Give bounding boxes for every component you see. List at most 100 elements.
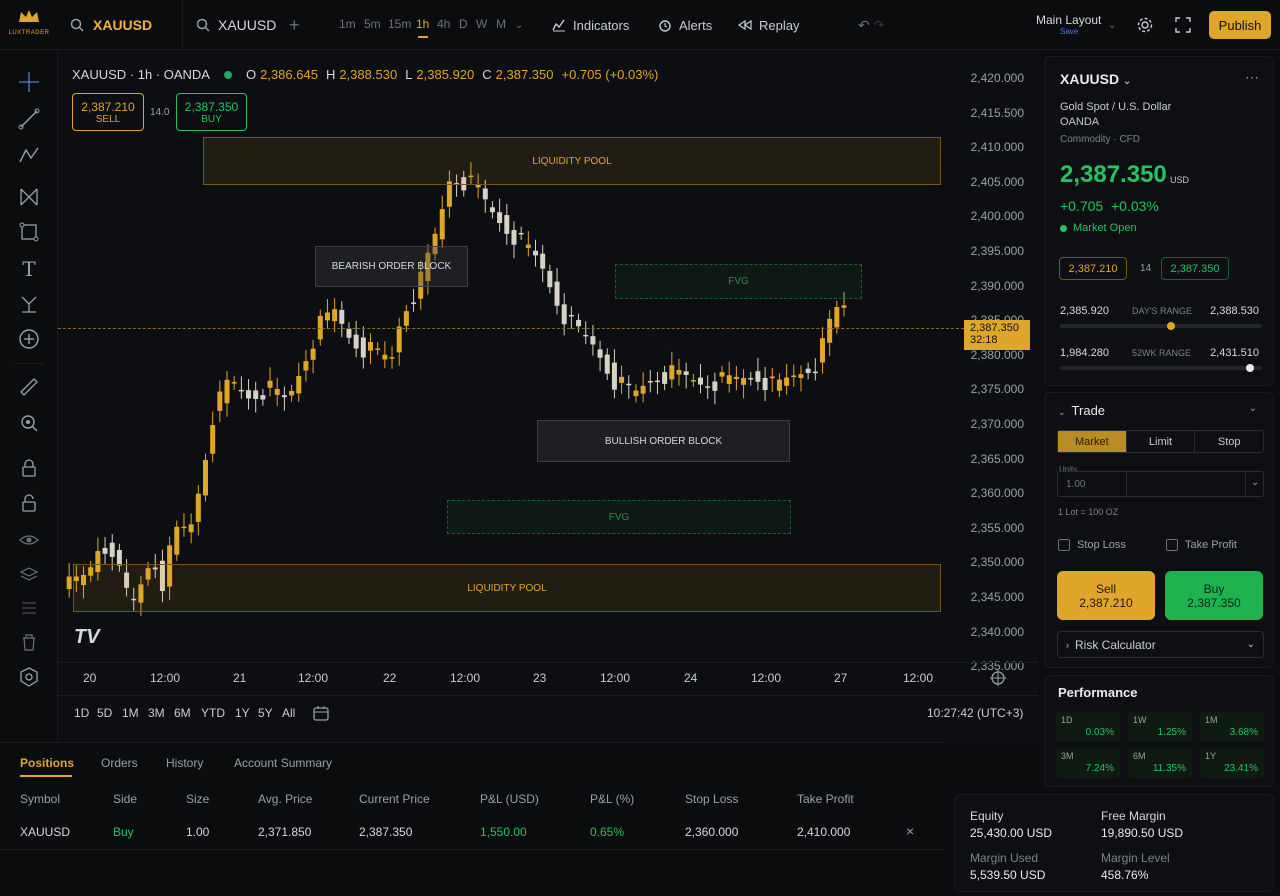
card-sell-price-button[interactable]: 2,387.210 xyxy=(1059,257,1127,280)
indicators-button[interactable]: Indicators xyxy=(551,0,629,50)
close-position-icon[interactable]: × xyxy=(906,823,914,839)
sell-button[interactable]: Sell 2,387.210 xyxy=(1057,571,1155,620)
chart-clock: 10:27:42 (UTC+3) xyxy=(927,706,1024,720)
liquidity-pool-bottom[interactable]: LIQUIDITY POOL xyxy=(73,564,941,612)
bullish-order-block[interactable]: BULLISH ORDER BLOCK xyxy=(537,420,790,462)
lot-info: 1 Lot = 100 OZ xyxy=(1058,507,1119,517)
active-timeframe-underline xyxy=(418,36,428,38)
performance-item: 6M 11.35% xyxy=(1128,748,1192,778)
positions-row-divider xyxy=(0,849,944,850)
calendar-button[interactable] xyxy=(312,704,330,727)
tab-market[interactable]: Market xyxy=(1058,431,1126,452)
tab-orders[interactable]: Orders xyxy=(101,756,138,770)
chevron-down-icon[interactable]: ⌄ xyxy=(515,0,523,50)
zoom-in-icon[interactable] xyxy=(17,327,41,351)
position-row[interactable]: XAUUSD Buy 1.00 2,371.850 2,387.350 1,550.00 0… xyxy=(0,813,944,847)
stop-loss-checkbox[interactable] xyxy=(1058,539,1070,551)
layers-icon[interactable] xyxy=(17,562,41,586)
range-button-1d[interactable]: 1D xyxy=(74,706,89,720)
range-button-ytd[interactable]: YTD xyxy=(201,706,225,720)
quick-sell-button[interactable]: 2,387.210 SELL xyxy=(72,93,144,131)
timeframe-D[interactable]: D xyxy=(459,17,468,31)
add-symbol-button[interactable]: + xyxy=(289,0,300,50)
collapse-chevron-icon[interactable]: ⌄ xyxy=(1249,403,1257,414)
candle-body xyxy=(267,380,273,388)
take-profit-toggle[interactable]: Take Profit xyxy=(1166,539,1237,551)
symbol-info-title[interactable]: XAUUSD ⌄ xyxy=(1060,71,1131,87)
range-button-5d[interactable]: 5D xyxy=(97,706,112,720)
trade-header[interactable]: ⌄ Trade xyxy=(1058,403,1105,418)
settings-button[interactable] xyxy=(1136,0,1154,50)
tab-stop[interactable]: Stop xyxy=(1194,431,1263,452)
position-cell: 2,371.850 xyxy=(258,825,312,839)
units-input[interactable]: 1.00 ⌄ xyxy=(1057,471,1264,497)
quick-buy-label: BUY xyxy=(201,113,222,125)
trend-line-icon[interactable] xyxy=(17,107,41,131)
stop-loss-toggle[interactable]: Stop Loss xyxy=(1058,539,1126,551)
quick-buy-button[interactable]: 2,387.350 BUY xyxy=(176,93,247,131)
legend-title: XAUUSD · 1h · OANDA xyxy=(72,67,210,82)
auto-scale-button[interactable] xyxy=(990,670,1006,691)
publish-button[interactable]: Publish xyxy=(1209,11,1271,39)
timeframe-M[interactable]: M xyxy=(496,17,506,31)
alerts-button[interactable]: Alerts xyxy=(657,0,712,50)
timeframe-15m[interactable]: 15m xyxy=(388,17,411,31)
measure-icon[interactable] xyxy=(17,292,41,316)
time-axis-label: 21 xyxy=(233,671,247,685)
layout-save-link[interactable]: Save xyxy=(1060,27,1101,36)
fvg-zone-bottom[interactable]: FVG xyxy=(447,500,791,534)
symbol-search-primary[interactable]: XAUUSD xyxy=(70,0,152,50)
more-options-icon[interactable]: ⋯ xyxy=(1245,69,1259,86)
range-button-all[interactable]: All xyxy=(282,706,295,720)
magnet-icon[interactable] xyxy=(17,411,41,435)
lock-icon[interactable] xyxy=(17,456,41,480)
tab-history[interactable]: History xyxy=(166,756,203,770)
brand-logo[interactable]: LUXTRADER xyxy=(8,8,50,44)
performance-value: 3.68% xyxy=(1229,727,1258,738)
candle-body xyxy=(611,362,617,390)
fvg-zone-top[interactable]: FVG xyxy=(615,264,862,299)
bearish-order-block[interactable]: BEARISH ORDER BLOCK xyxy=(315,246,468,287)
redo-icon[interactable]: ↷ xyxy=(874,0,884,50)
crosshair-icon[interactable] xyxy=(17,70,41,94)
buy-button-price: 2,387.350 xyxy=(1187,595,1241,610)
range-button-1m[interactable]: 1M xyxy=(122,706,139,720)
timeframe-5m[interactable]: 5m xyxy=(364,17,381,31)
pattern-icon[interactable] xyxy=(17,185,41,209)
replay-button[interactable]: Replay xyxy=(737,0,799,50)
object-tree-icon[interactable] xyxy=(17,665,41,689)
fullscreen-button[interactable] xyxy=(1175,0,1191,50)
eye-icon[interactable] xyxy=(17,528,41,552)
layout-selector[interactable]: Main Layout Save xyxy=(1036,13,1101,36)
unlock-icon[interactable] xyxy=(17,491,41,515)
rectangle-tool-icon[interactable] xyxy=(17,220,41,244)
chevron-down-icon[interactable]: ⌄ xyxy=(1108,0,1116,50)
timeframe-1h[interactable]: 1h xyxy=(416,17,429,31)
card-buy-price-button[interactable]: 2,387.350 xyxy=(1161,257,1229,280)
timeframe-1m[interactable]: 1m xyxy=(339,17,356,31)
chart-area[interactable]: XAUUSD · 1h · OANDA O 2,386.645 H 2,388.53… xyxy=(58,50,1038,740)
liquidity-pool-top[interactable]: LIQUIDITY POOL xyxy=(203,137,941,185)
timeframe-W[interactable]: W xyxy=(476,17,487,31)
range-button-5y[interactable]: 5Y xyxy=(258,706,273,720)
buy-button[interactable]: Buy 2,387.350 xyxy=(1165,571,1263,620)
ruler-icon[interactable] xyxy=(17,375,41,399)
symbol-search-secondary[interactable]: XAUUSD xyxy=(196,0,276,50)
tab-account-summary[interactable]: Account Summary xyxy=(234,756,332,770)
range-button-1y[interactable]: 1Y xyxy=(235,706,250,720)
risk-calculator-toggle[interactable]: › Risk Calculator ⌄ xyxy=(1057,631,1264,658)
take-profit-checkbox[interactable] xyxy=(1166,539,1178,551)
undo-icon[interactable]: ↶ xyxy=(858,0,870,50)
candle-body xyxy=(784,377,790,386)
trash-icon[interactable] xyxy=(17,630,41,654)
text-tool-icon[interactable]: T xyxy=(17,257,41,281)
candle-body xyxy=(411,302,417,304)
range-button-6m[interactable]: 6M xyxy=(174,706,191,720)
timeframe-4h[interactable]: 4h xyxy=(437,17,450,31)
tab-limit[interactable]: Limit xyxy=(1125,431,1195,452)
hide-drawings-icon[interactable] xyxy=(17,596,41,620)
pitchfork-icon[interactable] xyxy=(17,143,41,167)
chevron-down-icon[interactable]: ⌄ xyxy=(1251,477,1259,488)
tab-positions[interactable]: Positions xyxy=(20,756,74,770)
range-button-3m[interactable]: 3M xyxy=(148,706,165,720)
